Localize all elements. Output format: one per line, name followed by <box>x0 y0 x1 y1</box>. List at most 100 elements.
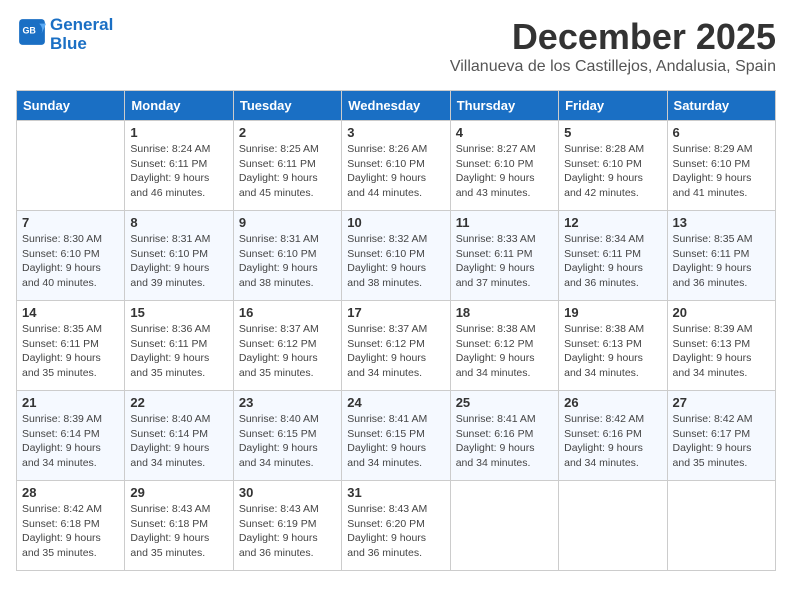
day-number: 3 <box>347 125 444 140</box>
weekday-header: Tuesday <box>233 91 341 121</box>
day-detail: Sunrise: 8:29 AM Sunset: 6:10 PM Dayligh… <box>673 142 770 201</box>
day-number: 22 <box>130 395 227 410</box>
weekday-header: Friday <box>559 91 667 121</box>
day-detail: Sunrise: 8:37 AM Sunset: 6:12 PM Dayligh… <box>347 322 444 381</box>
day-number: 25 <box>456 395 553 410</box>
calendar-cell: 10Sunrise: 8:32 AM Sunset: 6:10 PM Dayli… <box>342 211 450 301</box>
month-title: December 2025 <box>450 16 776 58</box>
svg-text:GB: GB <box>22 26 36 36</box>
day-detail: Sunrise: 8:43 AM Sunset: 6:20 PM Dayligh… <box>347 502 444 561</box>
calendar-cell <box>667 481 775 571</box>
calendar-cell <box>450 481 558 571</box>
day-number: 1 <box>130 125 227 140</box>
day-number: 27 <box>673 395 770 410</box>
day-number: 18 <box>456 305 553 320</box>
day-detail: Sunrise: 8:41 AM Sunset: 6:16 PM Dayligh… <box>456 412 553 471</box>
day-number: 8 <box>130 215 227 230</box>
calendar-header-row: SundayMondayTuesdayWednesdayThursdayFrid… <box>17 91 776 121</box>
calendar-table: SundayMondayTuesdayWednesdayThursdayFrid… <box>16 90 776 571</box>
day-detail: Sunrise: 8:42 AM Sunset: 6:16 PM Dayligh… <box>564 412 661 471</box>
day-detail: Sunrise: 8:31 AM Sunset: 6:10 PM Dayligh… <box>130 232 227 291</box>
day-detail: Sunrise: 8:35 AM Sunset: 6:11 PM Dayligh… <box>22 322 119 381</box>
day-number: 12 <box>564 215 661 230</box>
calendar-body: 1 Sunrise: 8:24 AM Sunset: 6:11 PM Daylig… <box>17 121 776 571</box>
calendar-cell: 12 Sunrise: 8:34 AM Sunset: 6:11 PM Dayli… <box>559 211 667 301</box>
day-number: 19 <box>564 305 661 320</box>
logo-icon: GB <box>18 18 46 46</box>
day-detail: Sunrise: 8:35 AM Sunset: 6:11 PM Dayligh… <box>673 232 770 291</box>
calendar-cell <box>17 121 125 211</box>
calendar-week-row: 21 Sunrise: 8:39 AM Sunset: 6:14 PM Dayli… <box>17 391 776 481</box>
day-detail: Sunrise: 8:38 AM Sunset: 6:13 PM Dayligh… <box>564 322 661 381</box>
day-detail: Sunrise: 8:30 AM Sunset: 6:10 PM Dayligh… <box>22 232 119 291</box>
day-detail: Sunrise: 8:36 AM Sunset: 6:11 PM Dayligh… <box>130 322 227 381</box>
day-detail: Sunrise: 8:34 AM Sunset: 6:11 PM Dayligh… <box>564 232 661 291</box>
calendar-cell <box>559 481 667 571</box>
day-number: 2 <box>239 125 336 140</box>
calendar-cell: 31 Sunrise: 8:43 AM Sunset: 6:20 PM Dayli… <box>342 481 450 571</box>
day-detail: Sunrise: 8:31 AM Sunset: 6:10 PM Dayligh… <box>239 232 336 291</box>
day-number: 4 <box>456 125 553 140</box>
day-detail: Sunrise: 8:39 AM Sunset: 6:13 PM Dayligh… <box>673 322 770 381</box>
calendar-cell: 30 Sunrise: 8:43 AM Sunset: 6:19 PM Dayli… <box>233 481 341 571</box>
day-detail: Sunrise: 8:24 AM Sunset: 6:11 PM Dayligh… <box>130 142 227 201</box>
day-number: 31 <box>347 485 444 500</box>
calendar-cell: 25 Sunrise: 8:41 AM Sunset: 6:16 PM Dayli… <box>450 391 558 481</box>
header: GB General Blue December 2025 Villanueva… <box>16 16 776 86</box>
day-detail: Sunrise: 8:43 AM Sunset: 6:18 PM Dayligh… <box>130 502 227 561</box>
day-number: 29 <box>130 485 227 500</box>
calendar-cell: 1 Sunrise: 8:24 AM Sunset: 6:11 PM Daylig… <box>125 121 233 211</box>
calendar-cell: 2 Sunrise: 8:25 AM Sunset: 6:11 PM Daylig… <box>233 121 341 211</box>
calendar-cell: 9Sunrise: 8:31 AM Sunset: 6:10 PM Daylig… <box>233 211 341 301</box>
calendar-cell: 13Sunrise: 8:35 AM Sunset: 6:11 PM Dayli… <box>667 211 775 301</box>
logo: GB General Blue <box>16 16 113 53</box>
logo-line2: Blue <box>50 35 113 54</box>
calendar-cell: 19 Sunrise: 8:38 AM Sunset: 6:13 PM Dayli… <box>559 301 667 391</box>
day-number: 15 <box>130 305 227 320</box>
day-number: 21 <box>22 395 119 410</box>
subtitle: Villanueva de los Castillejos, Andalusia… <box>450 58 776 76</box>
calendar-cell: 17 Sunrise: 8:37 AM Sunset: 6:12 PM Dayli… <box>342 301 450 391</box>
calendar-cell: 7 Sunrise: 8:30 AM Sunset: 6:10 PM Daylig… <box>17 211 125 301</box>
day-number: 24 <box>347 395 444 410</box>
calendar-cell: 20Sunrise: 8:39 AM Sunset: 6:13 PM Dayli… <box>667 301 775 391</box>
calendar-cell: 24 Sunrise: 8:41 AM Sunset: 6:15 PM Dayli… <box>342 391 450 481</box>
calendar-cell: 28 Sunrise: 8:42 AM Sunset: 6:18 PM Dayli… <box>17 481 125 571</box>
calendar-cell: 23 Sunrise: 8:40 AM Sunset: 6:15 PM Dayli… <box>233 391 341 481</box>
day-detail: Sunrise: 8:28 AM Sunset: 6:10 PM Dayligh… <box>564 142 661 201</box>
day-detail: Sunrise: 8:41 AM Sunset: 6:15 PM Dayligh… <box>347 412 444 471</box>
calendar-cell: 18Sunrise: 8:38 AM Sunset: 6:12 PM Dayli… <box>450 301 558 391</box>
calendar-week-row: 7 Sunrise: 8:30 AM Sunset: 6:10 PM Daylig… <box>17 211 776 301</box>
day-detail: Sunrise: 8:39 AM Sunset: 6:14 PM Dayligh… <box>22 412 119 471</box>
day-detail: Sunrise: 8:40 AM Sunset: 6:14 PM Dayligh… <box>130 412 227 471</box>
day-detail: Sunrise: 8:42 AM Sunset: 6:18 PM Dayligh… <box>22 502 119 561</box>
day-number: 16 <box>239 305 336 320</box>
day-number: 17 <box>347 305 444 320</box>
day-number: 11 <box>456 215 553 230</box>
day-detail: Sunrise: 8:32 AM Sunset: 6:10 PM Dayligh… <box>347 232 444 291</box>
day-number: 14 <box>22 305 119 320</box>
day-detail: Sunrise: 8:26 AM Sunset: 6:10 PM Dayligh… <box>347 142 444 201</box>
day-detail: Sunrise: 8:27 AM Sunset: 6:10 PM Dayligh… <box>456 142 553 201</box>
day-detail: Sunrise: 8:40 AM Sunset: 6:15 PM Dayligh… <box>239 412 336 471</box>
day-detail: Sunrise: 8:43 AM Sunset: 6:19 PM Dayligh… <box>239 502 336 561</box>
day-detail: Sunrise: 8:25 AM Sunset: 6:11 PM Dayligh… <box>239 142 336 201</box>
day-number: 23 <box>239 395 336 410</box>
day-number: 26 <box>564 395 661 410</box>
day-detail: Sunrise: 8:33 AM Sunset: 6:11 PM Dayligh… <box>456 232 553 291</box>
day-number: 30 <box>239 485 336 500</box>
calendar-cell: 8 Sunrise: 8:31 AM Sunset: 6:10 PM Daylig… <box>125 211 233 301</box>
day-number: 6 <box>673 125 770 140</box>
calendar-cell: 16Sunrise: 8:37 AM Sunset: 6:12 PM Dayli… <box>233 301 341 391</box>
weekday-header: Saturday <box>667 91 775 121</box>
day-number: 5 <box>564 125 661 140</box>
day-number: 28 <box>22 485 119 500</box>
calendar-cell: 11 Sunrise: 8:33 AM Sunset: 6:11 PM Dayli… <box>450 211 558 301</box>
day-number: 7 <box>22 215 119 230</box>
calendar-cell: 4 Sunrise: 8:27 AM Sunset: 6:10 PM Daylig… <box>450 121 558 211</box>
calendar-cell: 21 Sunrise: 8:39 AM Sunset: 6:14 PM Dayli… <box>17 391 125 481</box>
calendar-cell: 26 Sunrise: 8:42 AM Sunset: 6:16 PM Dayli… <box>559 391 667 481</box>
calendar-cell: 6 Sunrise: 8:29 AM Sunset: 6:10 PM Daylig… <box>667 121 775 211</box>
weekday-header: Thursday <box>450 91 558 121</box>
day-detail: Sunrise: 8:42 AM Sunset: 6:17 PM Dayligh… <box>673 412 770 471</box>
